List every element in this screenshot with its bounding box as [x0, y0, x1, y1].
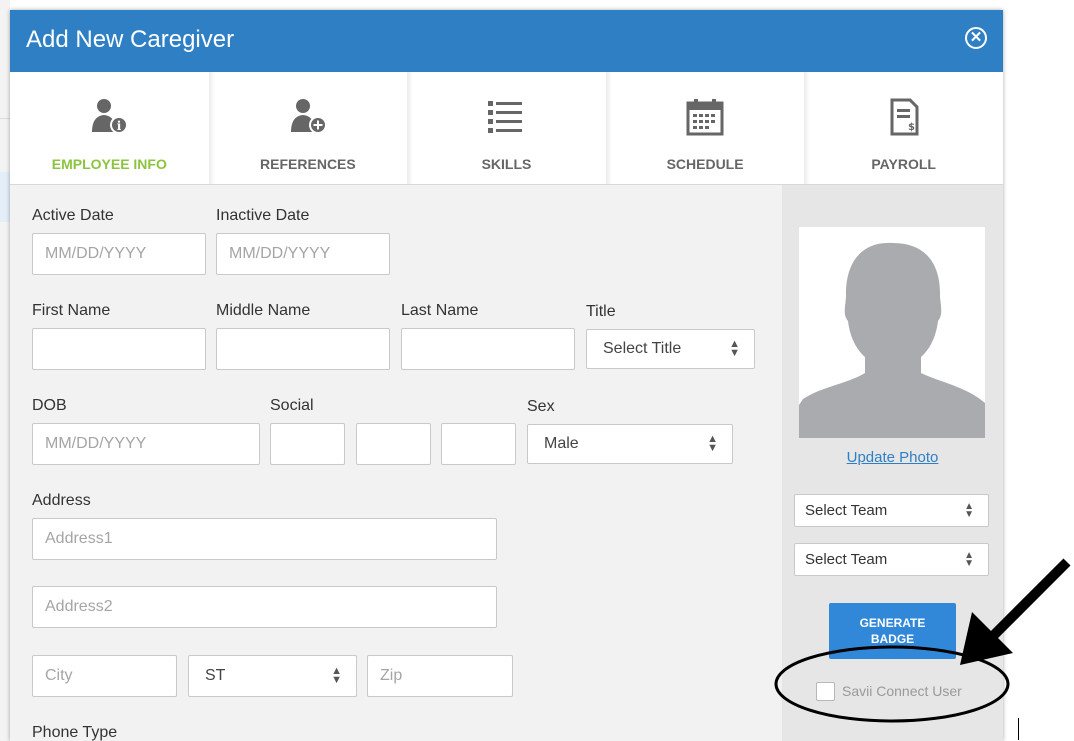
address1-input[interactable]: [32, 518, 497, 560]
team-select-2[interactable]: Select Team ▲ ▼: [794, 543, 989, 576]
generate-badge-button[interactable]: GENERATE BADGE: [829, 603, 956, 659]
user-add-icon: [288, 98, 328, 139]
active-date-input[interactable]: [32, 233, 206, 275]
social-part2-input[interactable]: [356, 423, 431, 465]
tab-payroll[interactable]: $ PAYROLL: [804, 72, 1003, 184]
generate-badge-line2: BADGE: [870, 632, 915, 646]
tab-label: SCHEDULE: [666, 156, 744, 172]
background-page-edge: [0, 0, 10, 741]
select-arrows-icon: ▲ ▼: [964, 550, 974, 569]
team-select-value: Select Team: [805, 502, 888, 519]
middle-name-input[interactable]: [216, 328, 390, 370]
title-select[interactable]: Select Title ▲ ▼: [586, 329, 755, 369]
sex-select-value: Male: [544, 435, 579, 452]
select-arrows-icon: ▲ ▼: [964, 501, 974, 520]
user-info-icon: i: [89, 98, 129, 139]
tab-schedule[interactable]: SCHEDULE: [605, 72, 805, 184]
title-select-value: Select Title: [603, 340, 682, 357]
state-select[interactable]: ST ▲ ▼: [188, 655, 357, 697]
first-name-label: First Name: [32, 302, 111, 319]
tab-label: PAYROLL: [871, 156, 936, 172]
state-select-value: ST: [205, 667, 226, 684]
savii-connect-label: Savii Connect User: [842, 683, 962, 699]
person-silhouette-icon: [799, 227, 985, 438]
add-caregiver-modal: Add New Caregiver ✕ i EMPLOYEE INFO REFE…: [10, 10, 1003, 741]
sex-select[interactable]: Male ▲ ▼: [527, 424, 733, 464]
first-name-input[interactable]: [32, 328, 206, 370]
dob-label: DOB: [32, 397, 67, 414]
inactive-date-label: Inactive Date: [216, 207, 310, 224]
list-icon: [486, 98, 526, 139]
address-label: Address: [32, 492, 91, 509]
title-label: Title: [586, 303, 616, 320]
tab-employee-info[interactable]: i EMPLOYEE INFO: [10, 72, 209, 184]
zip-input[interactable]: [367, 655, 513, 697]
phone-type-label: Phone Type: [32, 724, 118, 741]
savii-connect-checkbox[interactable]: [816, 682, 835, 701]
update-photo-link[interactable]: Update Photo: [782, 449, 1003, 466]
side-panel: Update Photo Select Team ▲ ▼ Select Team …: [782, 185, 1003, 741]
social-part3-input[interactable]: [441, 423, 516, 465]
middle-name-label: Middle Name: [216, 302, 311, 319]
modal-title: Add New Caregiver: [26, 26, 235, 53]
modal-header: Add New Caregiver ✕: [10, 10, 1003, 72]
select-arrows-icon: ▲ ▼: [331, 665, 342, 686]
close-button[interactable]: ✕: [965, 27, 987, 49]
select-arrows-icon: ▲ ▼: [729, 338, 740, 359]
dob-input[interactable]: [32, 423, 260, 465]
select-arrows-icon: ▲ ▼: [707, 433, 718, 454]
svg-text:$: $: [908, 122, 915, 133]
last-name-label: Last Name: [401, 302, 479, 319]
calendar-icon: [685, 98, 725, 141]
tab-references[interactable]: REFERENCES: [208, 72, 408, 184]
employee-info-form: Active Date Inactive Date First Name Mid…: [10, 185, 781, 741]
team-select-value: Select Team: [805, 551, 888, 568]
tab-skills[interactable]: SKILLS: [407, 72, 606, 184]
address2-input[interactable]: [32, 586, 497, 628]
social-label: Social: [270, 397, 314, 414]
generate-badge-line1: GENERATE: [859, 616, 926, 630]
svg-text:i: i: [117, 119, 122, 133]
background-highlight: [0, 172, 10, 222]
sex-label: Sex: [527, 398, 555, 415]
team-select-1[interactable]: Select Team ▲ ▼: [794, 494, 989, 527]
city-input[interactable]: [32, 655, 177, 697]
background-divider: [0, 118, 10, 119]
inactive-date-input[interactable]: [216, 233, 390, 275]
tab-label: EMPLOYEE INFO: [51, 156, 167, 172]
close-icon: ✕: [969, 29, 983, 46]
invoice-icon: $: [886, 98, 922, 141]
tab-label: SKILLS: [481, 156, 532, 172]
tab-label: REFERENCES: [260, 156, 356, 172]
last-name-input[interactable]: [401, 328, 575, 370]
tab-bar: i EMPLOYEE INFO REFERENCES SKILLS SCHEDU…: [10, 72, 1003, 185]
profile-photo: [799, 227, 985, 438]
active-date-label: Active Date: [32, 207, 114, 224]
text-cursor: [1018, 718, 1019, 740]
social-part1-input[interactable]: [270, 423, 345, 465]
